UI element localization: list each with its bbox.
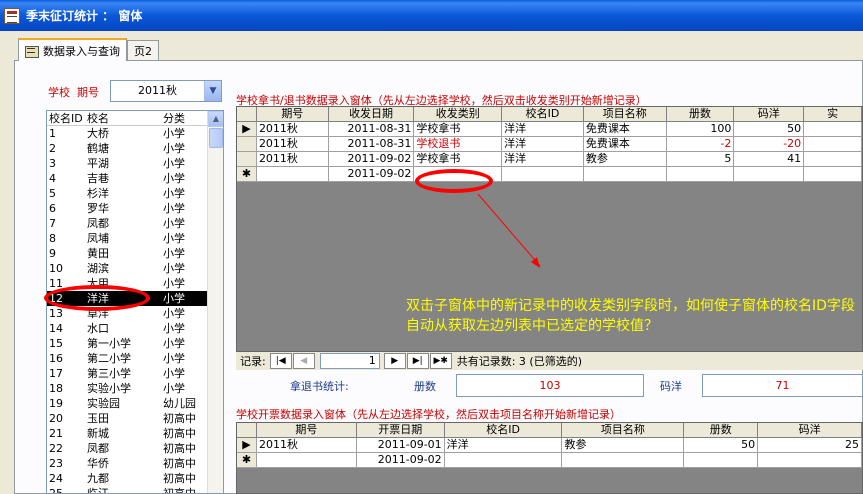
form-icon [25,44,39,58]
annotation-text: 双击子窗体中的新记录中的收发类别字段时，如何使子窗体的校名ID字段自动从获取左边… [406,298,855,334]
tab-data-entry[interactable]: 数据录入与查询 [18,38,127,61]
tab-label: 数据录入与查询 [43,44,120,58]
pointer-arrow [477,193,541,268]
